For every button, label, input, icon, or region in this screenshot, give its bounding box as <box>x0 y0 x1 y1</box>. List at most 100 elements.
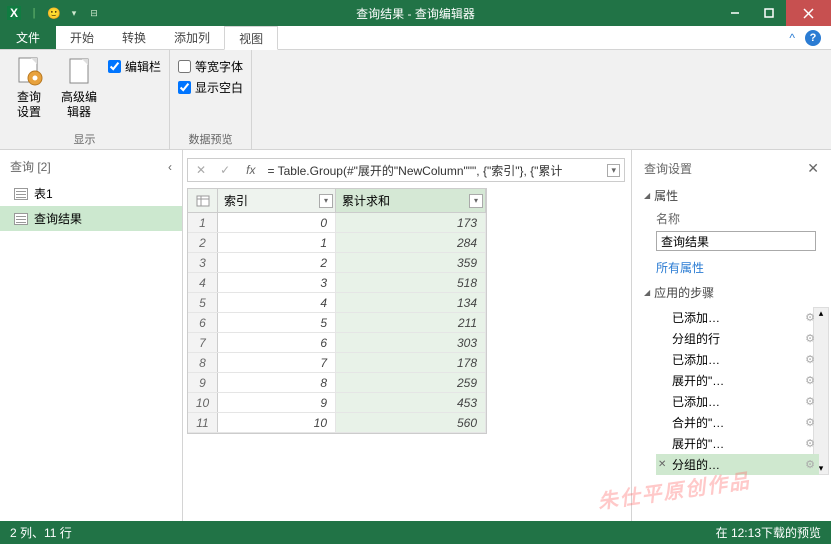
row-number[interactable]: 6 <box>188 313 218 332</box>
formula-dropdown-icon[interactable]: ▾ <box>607 164 620 177</box>
row-number[interactable]: 9 <box>188 373 218 392</box>
row-number[interactable]: 8 <box>188 353 218 372</box>
close-button[interactable] <box>786 0 831 26</box>
cell[interactable]: 7 <box>218 353 336 372</box>
section-steps[interactable]: 应用的步骤 <box>644 284 819 301</box>
table-row[interactable]: 43518 <box>188 273 486 293</box>
dropdown-icon[interactable]: ▾ <box>66 5 82 21</box>
cell[interactable]: 3 <box>218 273 336 292</box>
cell[interactable]: 259 <box>336 373 486 392</box>
collapse-ribbon-icon[interactable]: ^ <box>789 31 795 45</box>
cell[interactable]: 178 <box>336 353 486 372</box>
query-item[interactable]: 查询结果 <box>0 206 182 231</box>
overflow-icon[interactable]: ⊟ <box>86 5 102 21</box>
table-row[interactable]: 109453 <box>188 393 486 413</box>
label: 辑器 <box>67 105 91 119</box>
grid-corner[interactable] <box>188 189 218 212</box>
cell[interactable]: 2 <box>218 253 336 272</box>
chevron-left-icon[interactable]: ‹ <box>168 160 172 174</box>
cell[interactable]: 5 <box>218 313 336 332</box>
row-number[interactable]: 10 <box>188 393 218 412</box>
row-number[interactable]: 2 <box>188 233 218 252</box>
table-row[interactable]: 21284 <box>188 233 486 253</box>
row-number[interactable]: 1 <box>188 213 218 232</box>
fx-icon[interactable]: fx <box>240 163 261 177</box>
applied-step[interactable]: 分组的行⚙ <box>656 328 819 349</box>
help-icon[interactable]: ? <box>805 30 821 46</box>
row-number[interactable]: 4 <box>188 273 218 292</box>
query-item[interactable]: 表1 <box>0 181 182 206</box>
advanced-editor-button[interactable]: 高级编辑器 <box>58 54 100 129</box>
gear-icon[interactable]: ⚙ <box>805 416 815 429</box>
cell[interactable]: 518 <box>336 273 486 292</box>
row-number[interactable]: 7 <box>188 333 218 352</box>
cell[interactable]: 134 <box>336 293 486 312</box>
formula-bar-checkbox[interactable]: 编辑栏 <box>108 58 161 75</box>
cell[interactable]: 284 <box>336 233 486 252</box>
all-properties-link[interactable]: 所有属性 <box>656 259 704 276</box>
section-properties[interactable]: 属性 <box>644 187 819 204</box>
minimize-button[interactable] <box>718 0 752 26</box>
applied-step[interactable]: 已添加…⚙ <box>656 391 819 412</box>
gear-icon[interactable]: ⚙ <box>805 458 815 471</box>
table-row[interactable]: 87178 <box>188 353 486 373</box>
gear-icon[interactable]: ⚙ <box>805 395 815 408</box>
show-blank-checkbox[interactable]: 显示空白 <box>178 79 243 96</box>
cell[interactable]: 6 <box>218 333 336 352</box>
applied-step[interactable]: 展开的"…⚙ <box>656 433 819 454</box>
cell[interactable]: 4 <box>218 293 336 312</box>
smiley-icon[interactable]: 🙂 <box>46 5 62 21</box>
close-panel-icon[interactable]: ✕ <box>807 160 819 177</box>
tab-start[interactable]: 开始 <box>56 26 108 49</box>
cancel-formula-icon[interactable]: ✕ <box>192 163 210 177</box>
cell[interactable]: 211 <box>336 313 486 332</box>
cell[interactable]: 10 <box>218 413 336 432</box>
gear-icon[interactable]: ⚙ <box>805 332 815 345</box>
tab-view[interactable]: 视图 <box>224 26 278 50</box>
row-number[interactable]: 11 <box>188 413 218 432</box>
table-row[interactable]: 98259 <box>188 373 486 393</box>
applied-step[interactable]: 分组的…⚙ <box>656 454 819 475</box>
main-area: ✕ ✓ fx = Table.Group(#"展开的"NewColumn""",… <box>183 150 631 521</box>
scroll-down-icon[interactable]: ▾ <box>819 463 824 474</box>
cell[interactable]: 173 <box>336 213 486 232</box>
filter-dropdown-icon[interactable]: ▾ <box>319 194 333 208</box>
tab-file[interactable]: 文件 <box>0 26 56 49</box>
table-row[interactable]: 54134 <box>188 293 486 313</box>
table-row[interactable]: 32359 <box>188 253 486 273</box>
applied-step[interactable]: 已添加…⚙ <box>656 349 819 370</box>
gear-icon[interactable]: ⚙ <box>805 353 815 366</box>
applied-step[interactable]: 合并的"…⚙ <box>656 412 819 433</box>
column-header-1[interactable]: 累计求和▾ <box>336 189 486 212</box>
cell[interactable]: 1 <box>218 233 336 252</box>
column-header-0[interactable]: 索引▾ <box>218 189 336 212</box>
scroll-up-icon[interactable]: ▴ <box>819 308 824 319</box>
cell[interactable]: 453 <box>336 393 486 412</box>
gear-icon[interactable]: ⚙ <box>805 311 815 324</box>
cell[interactable]: 0 <box>218 213 336 232</box>
applied-step[interactable]: 已添加…⚙ <box>656 307 819 328</box>
applied-step[interactable]: 展开的"…⚙ <box>656 370 819 391</box>
tab-add-column[interactable]: 添加列 <box>160 26 224 49</box>
table-row[interactable]: 10173 <box>188 213 486 233</box>
row-number[interactable]: 5 <box>188 293 218 312</box>
maximize-button[interactable] <box>752 0 786 26</box>
cell[interactable]: 8 <box>218 373 336 392</box>
cell[interactable]: 560 <box>336 413 486 432</box>
cell[interactable]: 359 <box>336 253 486 272</box>
table-row[interactable]: 65211 <box>188 313 486 333</box>
table-row[interactable]: 1110560 <box>188 413 486 433</box>
cell[interactable]: 9 <box>218 393 336 412</box>
accept-formula-icon[interactable]: ✓ <box>216 163 234 177</box>
tab-transform[interactable]: 转换 <box>108 26 160 49</box>
query-settings-button[interactable]: 查询设置 <box>8 54 50 129</box>
filter-dropdown-icon[interactable]: ▾ <box>469 194 483 208</box>
table-row[interactable]: 76303 <box>188 333 486 353</box>
cell[interactable]: 303 <box>336 333 486 352</box>
formula-text[interactable]: = Table.Group(#"展开的"NewColumn""", {"索引"}… <box>267 162 601 179</box>
gear-icon[interactable]: ⚙ <box>805 374 815 387</box>
monospace-checkbox[interactable]: 等宽字体 <box>178 58 243 75</box>
gear-icon[interactable]: ⚙ <box>805 437 815 450</box>
row-number[interactable]: 3 <box>188 253 218 272</box>
query-name-input[interactable] <box>656 231 816 251</box>
